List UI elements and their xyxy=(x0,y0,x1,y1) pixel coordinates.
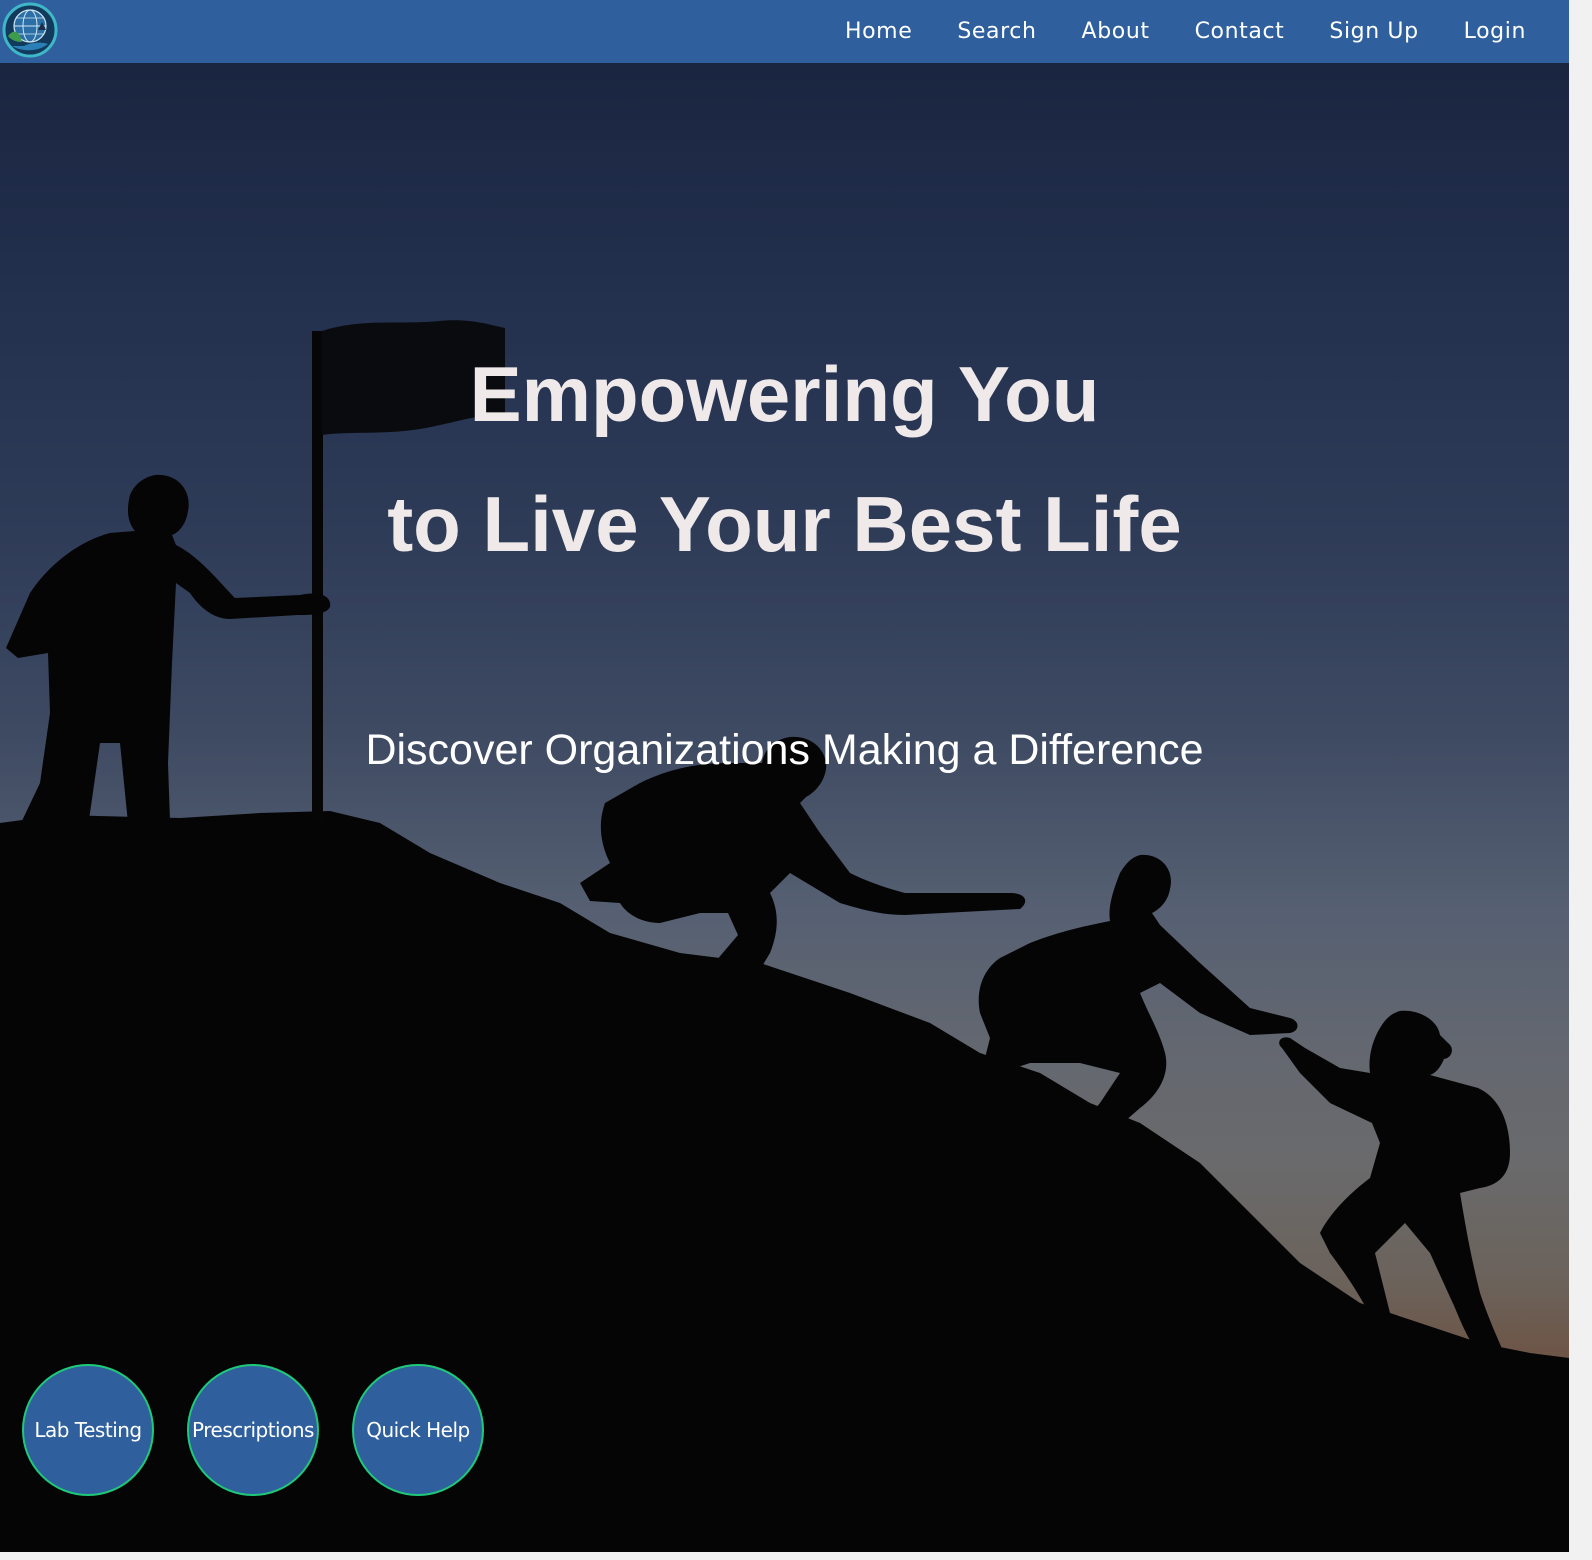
top-navbar: Home Search About Contact Sign Up Login xyxy=(0,0,1569,63)
hero-section: Empowering You to Live Your Best Life Di… xyxy=(0,63,1569,1552)
lab-testing-button[interactable]: Lab Testing xyxy=(22,1364,154,1496)
nav-signup-link[interactable]: Sign Up xyxy=(1329,19,1418,44)
quick-help-button[interactable]: Quick Help xyxy=(352,1364,484,1496)
nav-contact-link[interactable]: Contact xyxy=(1195,19,1285,44)
hero-subheadline: Discover Organizations Making a Differen… xyxy=(365,726,1204,774)
page: Home Search About Contact Sign Up Login xyxy=(0,0,1592,1560)
nav-about-link[interactable]: About xyxy=(1082,19,1150,44)
hero-headline-line2: to Live Your Best Life xyxy=(387,480,1182,568)
globe-leaf-logo-icon[interactable] xyxy=(2,2,58,58)
viewport: Home Search About Contact Sign Up Login xyxy=(0,0,1569,1552)
nav-login-link[interactable]: Login xyxy=(1464,19,1526,44)
prescriptions-button[interactable]: Prescriptions xyxy=(187,1364,319,1496)
nav-links: Home Search About Contact Sign Up Login xyxy=(800,0,1526,63)
hero-headline-line1: Empowering You xyxy=(469,350,1100,438)
scrollbar-gutter xyxy=(1569,0,1592,1560)
nav-search-link[interactable]: Search xyxy=(957,19,1036,44)
mountain-climbers-silhouette xyxy=(0,320,1569,1552)
nav-home-link[interactable]: Home xyxy=(845,19,912,44)
